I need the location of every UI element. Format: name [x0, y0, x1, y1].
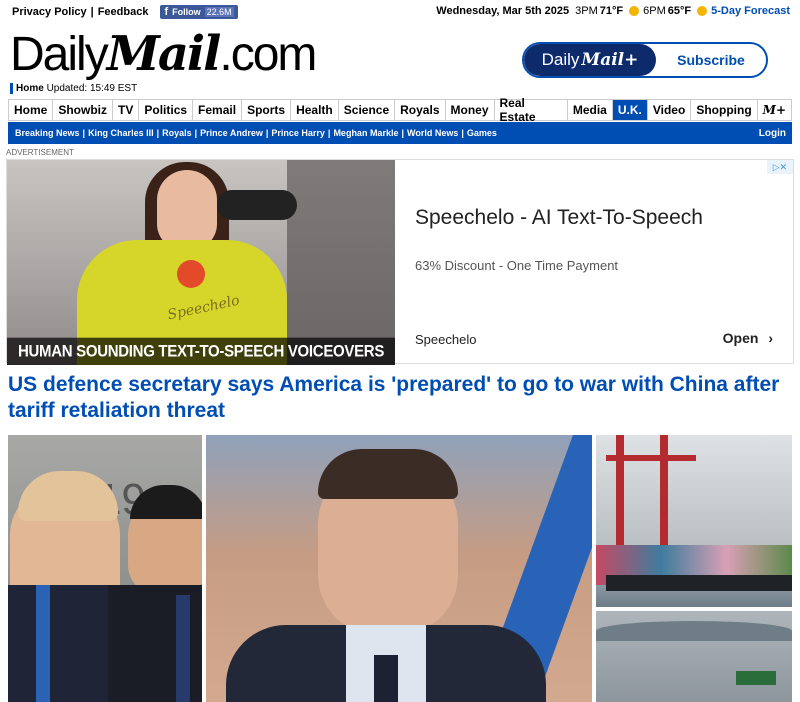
chevron-right-icon: › — [768, 330, 773, 346]
ad-sponsor: Speechelo — [415, 332, 477, 347]
hills — [596, 621, 792, 641]
ad-headline[interactable]: Speechelo - AI Text-To-Speech — [415, 206, 703, 230]
nav-showbiz[interactable]: Showbiz — [53, 100, 114, 120]
nav-shopping[interactable]: Shopping — [691, 100, 758, 120]
story-headline[interactable]: US defence secretary says America is 'pr… — [8, 372, 792, 424]
nav-femail[interactable]: Femail — [193, 100, 243, 120]
speechelo-logo-icon — [177, 260, 205, 288]
crane — [616, 435, 624, 555]
subnav-breaking-news[interactable]: Breaking News — [12, 128, 83, 138]
sun-icon — [629, 6, 640, 16]
facebook-icon: f — [164, 6, 169, 18]
story-image-harbor[interactable] — [596, 611, 792, 702]
top-bar: Privacy Policy | Feedback f Follow 22.6M… — [0, 0, 800, 24]
ad-wall — [287, 160, 395, 365]
boat — [736, 671, 776, 685]
ad-face — [157, 170, 217, 250]
site-logo[interactable]: Daily Mail .com — [10, 26, 317, 82]
ad-description: 63% Discount - One Time Payment — [415, 258, 619, 273]
nav-media[interactable]: Media — [568, 100, 613, 120]
subnav-world-news[interactable]: World News — [404, 128, 461, 138]
dailymail-plus-logo: Daily Mail+ — [524, 44, 656, 76]
weather-time-2: 6PM — [643, 5, 666, 17]
weather-temp-2: 65°F — [667, 5, 692, 17]
person-1-tie — [36, 585, 50, 702]
facebook-follow-button[interactable]: f Follow 22.6M — [160, 5, 238, 19]
login-link[interactable]: Login — [759, 128, 786, 139]
logo-com: .com — [219, 28, 317, 81]
nav-uk[interactable]: U.K. — [612, 100, 648, 120]
person-1-suit — [8, 585, 118, 702]
updated-text: Updated: 15:49 EST — [46, 83, 138, 94]
advertisement-label: ADVERTISEMENT — [6, 148, 74, 157]
microphone-icon — [217, 190, 297, 220]
sub-nav: Breaking News | King Charles III | Royals |… — [8, 122, 792, 144]
subnav-prince-andrew[interactable]: Prince Andrew — [197, 128, 266, 138]
nav-science[interactable]: Science — [339, 100, 396, 120]
adchoices-icon[interactable]: ▷✕ — [767, 160, 793, 174]
ad-open-label: Open — [722, 330, 759, 346]
nav-mplus[interactable]: M+ — [758, 100, 791, 120]
ad-image[interactable]: Speechelo HUMAN SOUNDING TEXT-TO-SPEECH … — [7, 160, 395, 365]
main-nav: Home Showbiz TV Politics Femail Sports H… — [8, 96, 792, 124]
logo-daily: Daily — [10, 28, 109, 81]
subscribe-button[interactable]: Daily Mail+ Subscribe — [522, 42, 768, 78]
sun-icon — [697, 6, 708, 16]
logo-mail: Mail — [106, 26, 222, 82]
story-image-port[interactable] — [596, 435, 792, 607]
nav-home[interactable]: Home — [9, 100, 54, 120]
sub-mail: Mail+ — [581, 50, 639, 70]
nav-politics[interactable]: Politics — [139, 100, 194, 120]
nav-video[interactable]: Video — [648, 100, 692, 120]
person-2-tie — [176, 595, 190, 702]
ad-banner-text: HUMAN SOUNDING TEXT-TO-SPEECH VOICEOVERS — [7, 337, 395, 365]
subnav-royals[interactable]: Royals — [159, 128, 195, 138]
privacy-policy-link[interactable]: Privacy Policy — [12, 6, 87, 18]
weather-time-1: 3PM — [575, 5, 598, 17]
person-tie — [374, 655, 398, 702]
follow-label: Follow — [172, 7, 201, 17]
home-label: Home — [16, 83, 44, 94]
crane-arm — [606, 455, 696, 461]
story-images: 2019 — [8, 435, 792, 702]
follow-count: 22.6M — [204, 7, 234, 17]
ad-text-panel: Speechelo - AI Text-To-Speech 63% Discou… — [415, 160, 785, 365]
ad-open-button[interactable]: Open › — [723, 330, 773, 346]
subnav-king-charles[interactable]: King Charles III — [85, 128, 157, 138]
nav-money[interactable]: Money — [446, 100, 495, 120]
subscribe-label: Subscribe — [677, 52, 745, 68]
feedback-link[interactable]: Feedback — [98, 6, 149, 18]
ship-hull — [606, 575, 792, 591]
advertisement[interactable]: Speechelo HUMAN SOUNDING TEXT-TO-SPEECH … — [6, 159, 794, 365]
separator: | — [90, 6, 94, 18]
weather-temp-1: 71°F — [599, 5, 624, 17]
subnav-prince-harry[interactable]: Prince Harry — [268, 128, 328, 138]
nav-health[interactable]: Health — [291, 100, 339, 120]
current-date: Wednesday, Mar 5th 2025 — [436, 5, 570, 17]
story-image-secretary[interactable] — [206, 435, 592, 702]
story-image-leaders[interactable]: 2019 — [8, 435, 202, 702]
nav-real-estate[interactable]: Real Estate — [495, 96, 568, 124]
person-hair — [318, 449, 458, 499]
subnav-games[interactable]: Games — [464, 128, 500, 138]
nav-tv[interactable]: TV — [113, 100, 140, 120]
nav-royals[interactable]: Royals — [395, 100, 446, 120]
sub-daily: Daily — [541, 50, 580, 69]
forecast-link[interactable]: 5-Day Forecast — [711, 5, 790, 17]
crane — [660, 435, 668, 545]
updated-timestamp: Home Updated: 15:49 EST — [10, 83, 137, 94]
subnav-meghan-markle[interactable]: Meghan Markle — [330, 128, 401, 138]
nav-sports[interactable]: Sports — [242, 100, 292, 120]
